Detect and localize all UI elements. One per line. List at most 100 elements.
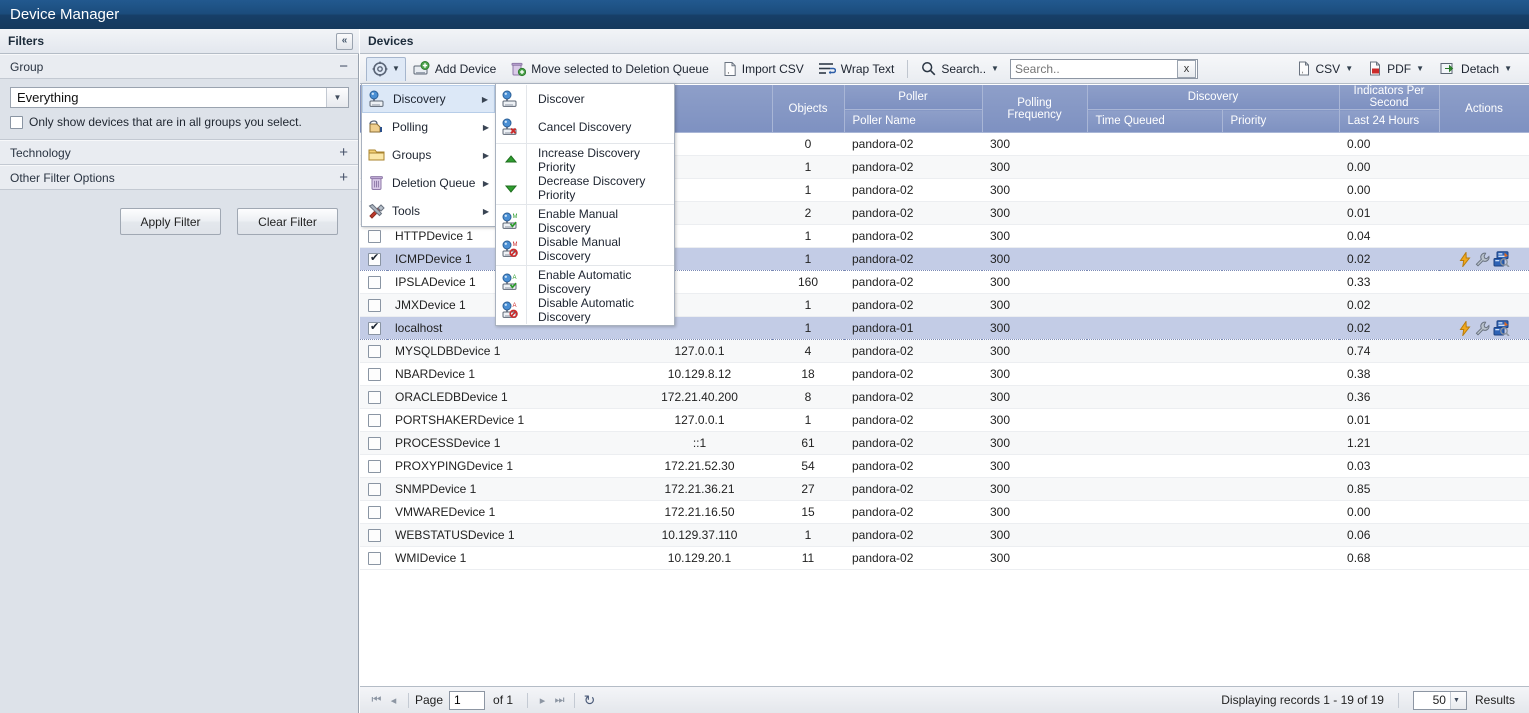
row-checkbox[interactable] — [368, 414, 381, 428]
row-checkbox-cell[interactable] — [360, 546, 387, 570]
row-checkbox[interactable] — [368, 321, 381, 336]
cell-device-name[interactable]: WMIDevice 1 — [387, 546, 627, 570]
cell-device-name[interactable]: VMWAREDevice 1 — [387, 500, 627, 524]
row-checkbox-cell[interactable] — [360, 224, 387, 248]
row-checkbox-cell[interactable] — [360, 454, 387, 478]
menu-item-deletion-queue[interactable]: Deletion Queue ▶ — [362, 169, 495, 197]
row-checkbox-cell[interactable] — [360, 523, 387, 547]
cell-device-name[interactable]: PORTSHAKERDevice 1 — [387, 408, 627, 432]
cell-device-name[interactable]: WEBSTATUSDevice 1 — [387, 523, 627, 547]
header-last-24-hours[interactable]: Last 24 Hours — [1339, 109, 1440, 133]
refresh-icon[interactable]: ↻ — [581, 692, 598, 709]
row-checkbox[interactable] — [368, 345, 381, 359]
pdf-export-button[interactable]: PDF ▼ — [1362, 59, 1431, 78]
row-checkbox[interactable] — [368, 230, 381, 244]
menu-item-disable-automatic-discovery[interactable]: A Disable Automatic Discovery — [496, 296, 674, 324]
row-checkbox-cell[interactable] — [360, 247, 387, 271]
table-row[interactable]: PORTSHAKERDevice 1 127.0.0.1 1 pandora-0… — [360, 408, 1529, 432]
chevron-down-icon[interactable]: ▼ — [326, 88, 348, 107]
table-row[interactable]: PROXYPINGDevice 1 172.21.52.30 54 pandor… — [360, 454, 1529, 478]
action-lightning-icon[interactable] — [1458, 320, 1472, 336]
detach-button[interactable]: Detach ▼ — [1433, 59, 1519, 78]
row-checkbox[interactable] — [368, 368, 381, 382]
cell-device-name[interactable]: NBARDevice 1 — [387, 362, 627, 386]
row-checkbox-cell[interactable] — [360, 408, 387, 432]
row-checkbox-cell[interactable] — [360, 316, 387, 340]
row-checkbox-cell[interactable] — [360, 362, 387, 386]
row-checkbox[interactable] — [368, 391, 381, 405]
import-csv-button[interactable]: , Import CSV — [716, 59, 811, 79]
page-size-select[interactable]: 50 ▼ — [1412, 690, 1467, 710]
row-checkbox[interactable] — [368, 483, 381, 497]
row-checkbox[interactable] — [368, 552, 381, 566]
menu-item-discovery[interactable]: Discovery ▶ — [362, 85, 495, 113]
row-checkbox[interactable] — [368, 460, 381, 474]
row-checkbox-cell[interactable] — [360, 385, 387, 409]
next-page-icon[interactable]: ▸ — [534, 692, 551, 709]
filter-section-other-options[interactable]: Other Filter Options + — [0, 165, 358, 190]
table-row[interactable]: WEBSTATUSDevice 1 10.129.37.110 1 pandor… — [360, 523, 1529, 547]
row-checkbox[interactable] — [368, 506, 381, 520]
action-lightning-icon[interactable] — [1458, 251, 1472, 267]
row-checkbox-cell[interactable] — [360, 431, 387, 455]
wrap-text-button[interactable]: Wrap Text — [811, 60, 902, 78]
action-wrench-icon[interactable] — [1475, 321, 1490, 336]
cell-device-name[interactable]: MYSQLDBDevice 1 — [387, 339, 627, 363]
search-field-wrapper[interactable]: x — [1009, 58, 1198, 79]
cell-device-name[interactable]: ORACLEDBDevice 1 — [387, 385, 627, 409]
clear-search-icon[interactable]: x — [1176, 59, 1196, 78]
header-polling-frequency[interactable]: Polling Frequency — [982, 85, 1088, 133]
action-report-icon[interactable] — [1493, 251, 1510, 267]
menu-item-enable-manual-discovery[interactable]: M Enable Manual Discovery — [496, 207, 674, 235]
chevron-down-icon[interactable]: ▼ — [1449, 691, 1466, 709]
menu-item-cancel-discovery[interactable]: Cancel Discovery — [496, 113, 674, 141]
menu-item-enable-automatic-discovery[interactable]: A Enable Automatic Discovery — [496, 268, 674, 296]
filter-section-technology[interactable]: Technology + — [0, 140, 358, 165]
row-checkbox-cell[interactable] — [360, 270, 387, 294]
menu-item-decrease-discovery-priority[interactable]: Decrease Discovery Priority — [496, 174, 674, 202]
header-time-queued[interactable]: Time Queued — [1087, 109, 1223, 133]
menu-item-increase-discovery-priority[interactable]: Increase Discovery Priority — [496, 146, 674, 174]
menu-item-tools[interactable]: Tools ▶ — [362, 197, 495, 225]
row-checkbox-cell[interactable] — [360, 293, 387, 317]
cell-device-name[interactable]: PROCESSDevice 1 — [387, 431, 627, 455]
add-device-button[interactable]: Add Device — [406, 59, 503, 79]
row-checkbox-cell[interactable] — [360, 477, 387, 501]
filter-section-group[interactable]: Group − — [0, 54, 358, 79]
only-show-groups-checkbox[interactable] — [10, 115, 23, 129]
header-poller-name[interactable]: Poller Name — [844, 109, 983, 133]
plus-icon[interactable]: + — [339, 170, 348, 185]
header-objects[interactable]: Objects — [772, 85, 845, 133]
search-input[interactable] — [1010, 59, 1177, 78]
table-row[interactable]: SNMPDevice 1 172.21.36.21 27 pandora-02 … — [360, 477, 1529, 501]
row-checkbox[interactable] — [368, 252, 381, 267]
row-checkbox[interactable] — [368, 276, 381, 290]
table-row[interactable]: VMWAREDevice 1 172.21.16.50 15 pandora-0… — [360, 500, 1529, 524]
minus-icon[interactable]: − — [339, 59, 348, 74]
group-select[interactable]: Everything ▼ — [10, 87, 349, 108]
menu-item-groups[interactable]: Groups ▶ — [362, 141, 495, 169]
table-row[interactable]: ORACLEDBDevice 1 172.21.40.200 8 pandora… — [360, 385, 1529, 409]
cell-device-name[interactable]: SNMPDevice 1 — [387, 477, 627, 501]
action-wrench-icon[interactable] — [1475, 252, 1490, 267]
menu-item-disable-manual-discovery[interactable]: M Disable Manual Discovery — [496, 235, 674, 263]
first-page-icon[interactable]: ⏮ — [368, 692, 385, 709]
gear-menu-button[interactable]: ▼ — [366, 56, 406, 81]
table-row[interactable]: WMIDevice 1 10.129.20.1 11 pandora-02 30… — [360, 546, 1529, 570]
csv-export-button[interactable]: , CSV ▼ — [1291, 59, 1361, 78]
cell-device-name[interactable]: PROXYPINGDevice 1 — [387, 454, 627, 478]
collapse-left-icon[interactable]: « — [336, 32, 353, 50]
menu-item-discover[interactable]: Discover — [496, 85, 674, 113]
header-priority[interactable]: Priority — [1222, 109, 1340, 133]
prev-page-icon[interactable]: ◂ — [385, 692, 402, 709]
apply-filter-button[interactable]: Apply Filter — [120, 208, 221, 235]
only-show-groups-row[interactable]: Only show devices that are in all groups… — [10, 115, 348, 129]
move-to-deletion-queue-button[interactable]: Move selected to Deletion Queue — [503, 59, 715, 79]
search-menu-button[interactable]: Search.. ▼ — [914, 59, 1006, 78]
action-report-icon[interactable] — [1493, 320, 1510, 336]
row-checkbox[interactable] — [368, 299, 381, 313]
row-checkbox[interactable] — [368, 437, 381, 451]
page-input[interactable] — [449, 690, 486, 710]
last-page-icon[interactable]: ⏭ — [551, 692, 568, 709]
table-row[interactable]: NBARDevice 1 10.129.8.12 18 pandora-02 3… — [360, 362, 1529, 386]
